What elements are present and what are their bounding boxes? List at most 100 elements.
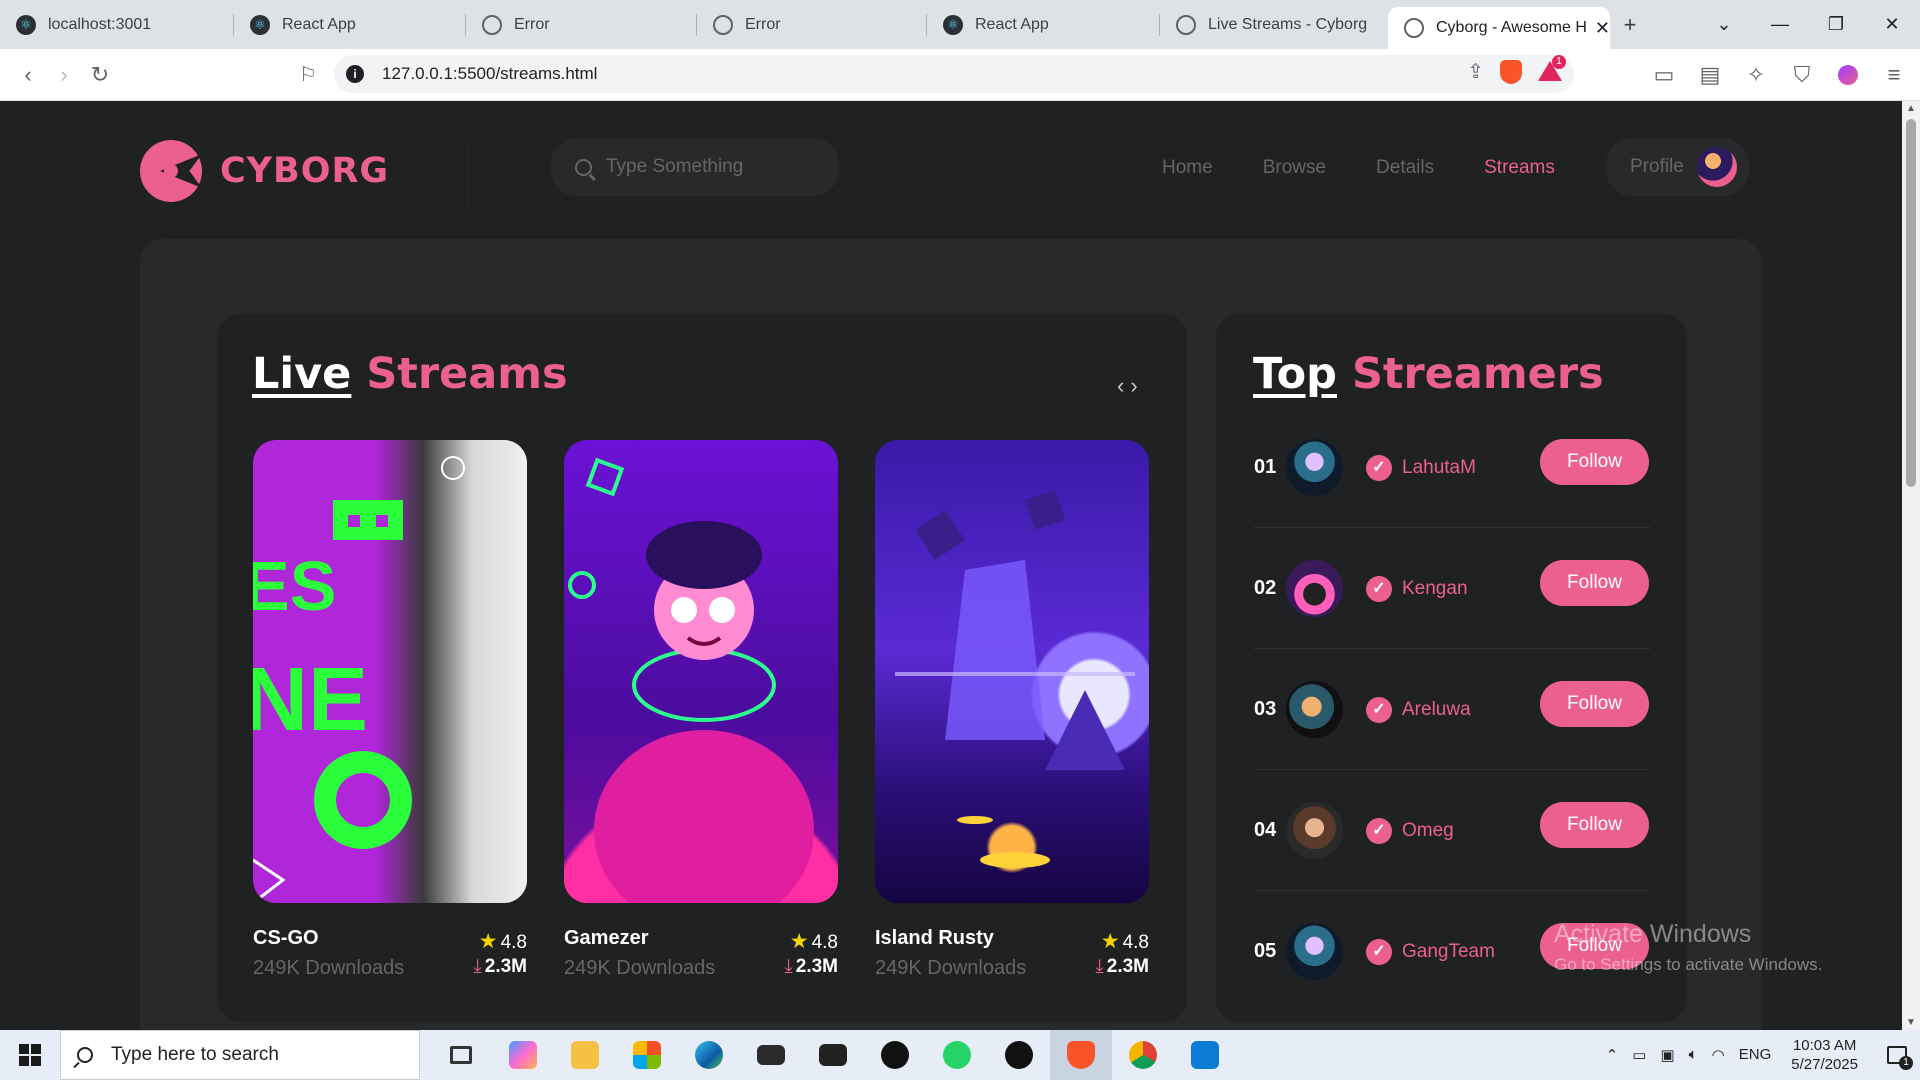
reload-icon[interactable]: ↻ bbox=[82, 57, 118, 93]
stream-thumbnail-csgo[interactable]: ES NE bbox=[253, 440, 527, 903]
leo-ai-icon[interactable]: ✧ bbox=[1738, 57, 1774, 93]
scroll-up-icon[interactable]: ▲ bbox=[1906, 103, 1916, 114]
streamer-name[interactable]: GangTeam bbox=[1402, 941, 1495, 963]
menu-icon[interactable]: ≡ bbox=[1876, 57, 1912, 93]
streamer-name[interactable]: LahutaM bbox=[1402, 457, 1476, 479]
mail-icon[interactable] bbox=[740, 1030, 802, 1080]
vscode-icon[interactable] bbox=[1174, 1030, 1236, 1080]
copilot-icon[interactable] bbox=[492, 1030, 554, 1080]
taskbar-clock[interactable]: 10:03 AM 5/27/2025 bbox=[1791, 1036, 1858, 1074]
scroll-down-icon[interactable]: ▼ bbox=[1906, 1017, 1916, 1028]
streamer-rank: 02 bbox=[1254, 577, 1277, 599]
browser-tab[interactable]: Error bbox=[466, 0, 697, 49]
island-rusty-artwork bbox=[895, 490, 1135, 868]
stream-thumbnail-gamezer[interactable] bbox=[564, 440, 838, 903]
globe-icon bbox=[482, 14, 502, 35]
follow-button[interactable]: Follow bbox=[1540, 802, 1649, 848]
stream-thumbnail-island-rusty[interactable] bbox=[875, 440, 1149, 903]
whatsapp-icon[interactable] bbox=[926, 1030, 988, 1080]
profile-button[interactable]: Profile bbox=[1606, 138, 1749, 196]
language-indicator[interactable]: ENG bbox=[1739, 1046, 1772, 1064]
streamer-avatar[interactable] bbox=[1286, 439, 1343, 496]
page-scrollbar[interactable]: ▲ ▼ bbox=[1902, 101, 1920, 1030]
streamer-avatar[interactable] bbox=[1286, 681, 1343, 738]
file-explorer-icon[interactable] bbox=[554, 1030, 616, 1080]
share-icon[interactable]: ⇪ bbox=[1467, 59, 1484, 84]
brave-shields-icon[interactable] bbox=[1500, 59, 1522, 84]
bookmark-icon[interactable]: ⚐ bbox=[290, 57, 326, 93]
microsoft-store-icon[interactable] bbox=[616, 1030, 678, 1080]
vpn-shield-icon[interactable]: ⛉ bbox=[1784, 57, 1820, 93]
nav-home[interactable]: Home bbox=[1162, 157, 1213, 179]
meet-now-icon[interactable]: ▣ bbox=[1660, 1046, 1674, 1064]
tab-title: React App bbox=[975, 15, 1049, 33]
row-divider bbox=[1254, 769, 1650, 770]
wifi-icon[interactable]: ◠ bbox=[1712, 1046, 1725, 1064]
taskbar-search[interactable]: Type here to search bbox=[60, 1030, 420, 1080]
streamer-name[interactable]: Areluwa bbox=[1402, 699, 1471, 721]
prev-arrow-icon[interactable]: ‹ bbox=[1117, 373, 1130, 398]
forward-icon[interactable]: › bbox=[46, 57, 82, 93]
site-info-icon[interactable]: i bbox=[346, 65, 364, 83]
browser-tab[interactable]: ⚛ localhost:3001 bbox=[0, 0, 234, 49]
site-search[interactable] bbox=[551, 138, 839, 196]
edge-icon[interactable] bbox=[678, 1030, 740, 1080]
streamer-avatar[interactable] bbox=[1286, 560, 1343, 617]
search-input[interactable] bbox=[606, 156, 806, 178]
follow-button[interactable]: Follow bbox=[1540, 681, 1649, 727]
site-logo[interactable]: CYBORG bbox=[140, 140, 389, 202]
notification-center-icon[interactable]: 1 bbox=[1874, 1030, 1920, 1080]
card-title[interactable]: Gamezer bbox=[564, 927, 649, 950]
card-title[interactable]: CS-GO bbox=[253, 927, 319, 950]
browser-tab[interactable]: Live Streams - Cyborg bbox=[1160, 0, 1388, 49]
clapper-icon[interactable] bbox=[802, 1030, 864, 1080]
browser-tab[interactable]: Error bbox=[697, 0, 927, 49]
chatgpt-icon[interactable] bbox=[988, 1030, 1050, 1080]
minimize-icon[interactable]: — bbox=[1752, 0, 1808, 49]
tab-title: React App bbox=[282, 15, 356, 33]
scrollbar-thumb[interactable] bbox=[1906, 119, 1916, 487]
brave-browser-icon[interactable] bbox=[1050, 1030, 1112, 1080]
streamer-avatar[interactable] bbox=[1286, 923, 1343, 980]
volume-icon[interactable]: 🔈︎ bbox=[1689, 1046, 1698, 1064]
back-icon[interactable]: ‹ bbox=[10, 57, 46, 93]
new-tab-button[interactable]: + bbox=[1610, 12, 1650, 38]
nav-streams[interactable]: Streams bbox=[1484, 157, 1555, 179]
start-button[interactable] bbox=[0, 1030, 60, 1080]
tab-search-chevron-icon[interactable]: ⌄ bbox=[1696, 0, 1752, 49]
address-bar[interactable]: i 127.0.0.1:5500/streams.html ⇪ 1 bbox=[334, 54, 1574, 93]
streamer-avatar[interactable] bbox=[1286, 802, 1343, 859]
rating-value: 4.8 bbox=[811, 932, 838, 953]
url-text[interactable]: 127.0.0.1:5500/streams.html bbox=[382, 64, 597, 84]
streamer-name[interactable]: Kengan bbox=[1402, 578, 1468, 600]
close-tab-icon[interactable]: ✕ bbox=[1587, 18, 1610, 39]
follow-button[interactable]: Follow bbox=[1540, 560, 1649, 606]
brave-rewards-icon[interactable]: 1 bbox=[1538, 54, 1566, 83]
github-icon[interactable] bbox=[864, 1030, 926, 1080]
close-window-icon[interactable]: ✕ bbox=[1864, 0, 1920, 49]
chrome-icon[interactable] bbox=[1112, 1030, 1174, 1080]
chevron-up-icon[interactable]: ⌃ bbox=[1606, 1046, 1619, 1064]
battery-icon[interactable]: ▭ bbox=[1632, 1046, 1646, 1064]
nav-details[interactable]: Details bbox=[1376, 157, 1434, 179]
react-icon: ⚛ bbox=[16, 14, 36, 35]
task-view-icon[interactable] bbox=[430, 1030, 492, 1080]
next-arrow-icon[interactable]: › bbox=[1130, 373, 1143, 398]
csgo-artwork: ES NE bbox=[253, 456, 465, 903]
profile-icon[interactable] bbox=[1830, 57, 1866, 93]
browser-tab[interactable]: ⚛ React App bbox=[234, 0, 466, 49]
restore-icon[interactable]: ❐ bbox=[1808, 0, 1864, 49]
system-tray: ⌃ ▭ ▣ 🔈︎ ◠ ENG 10:03 AM 5/27/2025 1 bbox=[1606, 1030, 1920, 1080]
svg-text:ES: ES bbox=[253, 547, 336, 625]
wallet-icon[interactable]: ▤ bbox=[1692, 57, 1728, 93]
header-divider bbox=[468, 141, 469, 205]
card-title[interactable]: Island Rusty bbox=[875, 927, 994, 950]
sidebar-icon[interactable]: ▭ bbox=[1646, 57, 1682, 93]
verified-check-icon: ✓ bbox=[1366, 818, 1392, 844]
follow-button[interactable]: Follow bbox=[1540, 439, 1649, 485]
nav-browse[interactable]: Browse bbox=[1263, 157, 1326, 179]
browser-tab-active[interactable]: Cyborg - Awesome H ✕ bbox=[1388, 7, 1610, 49]
download-value: 2.3M bbox=[1106, 956, 1149, 977]
browser-tab[interactable]: ⚛ React App bbox=[927, 0, 1160, 49]
streamer-name[interactable]: Omeg bbox=[1402, 820, 1454, 842]
